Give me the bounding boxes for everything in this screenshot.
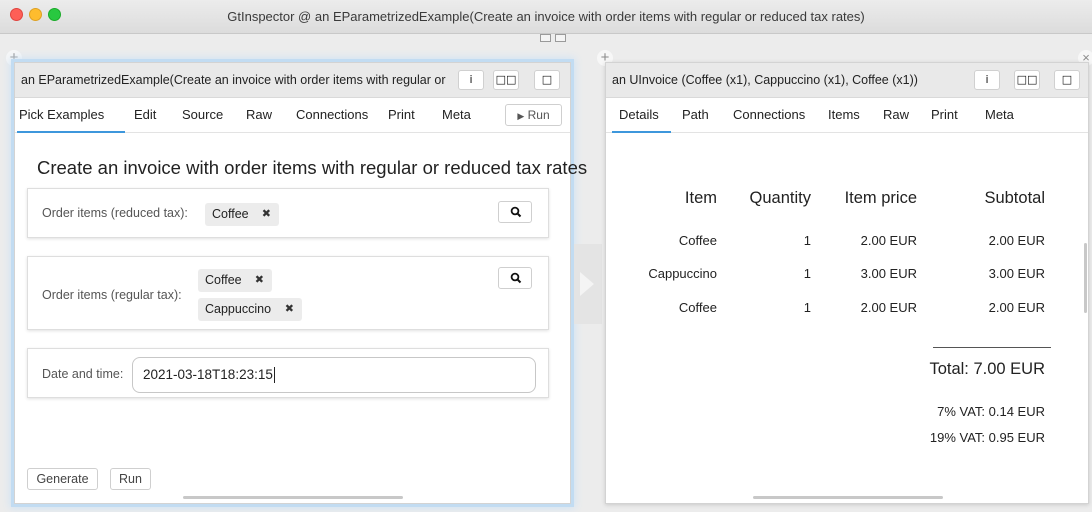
regular-tax-card: Order items (regular tax): Coffee ✖ Capp…: [27, 256, 549, 330]
order-item-chip[interactable]: Coffee ✖: [205, 203, 279, 226]
pane-divider[interactable]: [574, 244, 602, 324]
order-item-chip[interactable]: Coffee ✖: [198, 269, 272, 292]
tab-edit[interactable]: Edit: [134, 107, 156, 122]
search-icon: [510, 272, 522, 284]
tab-raw[interactable]: Raw: [883, 107, 909, 122]
reduced-tax-label: Order items (reduced tax):: [42, 206, 188, 220]
invoice-total: Total: 7.00 EUR: [929, 360, 1045, 378]
invoice-cell: 2.00 EUR: [988, 233, 1045, 248]
text-caret: [273, 367, 275, 384]
invoice-cell: Cappuccino: [648, 266, 717, 281]
tab-connections[interactable]: Connections: [296, 107, 368, 122]
vat-19-percent: 19% VAT: 0.95 EUR: [929, 430, 1045, 445]
maximize-icon[interactable]: □: [1054, 70, 1080, 90]
run-button-label: Run: [527, 108, 550, 122]
invoice-cell: 1: [803, 266, 811, 281]
invoice-cell: 1: [803, 300, 811, 315]
chevron-right-icon: [580, 272, 594, 296]
column-header-item-price: Item price: [844, 189, 917, 207]
invoice-cell: 2.00 EUR: [988, 300, 1045, 315]
run-button[interactable]: ▶ Run: [505, 104, 562, 126]
pane-header: an UInvoice (Coffee (x1), Cappuccino (x1…: [606, 63, 1088, 98]
tab-items[interactable]: Items: [828, 107, 860, 122]
horizontal-scrollbar[interactable]: [753, 496, 943, 499]
invoice-cell: 1: [803, 233, 811, 248]
total-divider: [933, 347, 1051, 348]
pane-header: an EParametrizedExample(Create an invoic…: [15, 63, 570, 98]
reduced-tax-card: Order items (reduced tax): Coffee ✖: [27, 188, 549, 238]
pane-title: an UInvoice (Coffee (x1), Cappuccino (x1…: [612, 73, 918, 87]
tab-source[interactable]: Source: [182, 107, 223, 122]
date-value: 2021-03-18T18:23:15: [143, 367, 273, 382]
date-time-input[interactable]: 2021-03-18T18:23:15: [132, 357, 536, 393]
active-tab-indicator: [17, 131, 125, 133]
vat-7-percent: 7% VAT: 0.14 EUR: [937, 404, 1045, 419]
tab-raw[interactable]: Raw: [246, 107, 272, 122]
chip-label: Coffee: [205, 273, 242, 287]
invoice-cell: Coffee: [678, 233, 717, 248]
invoice-cell: 2.00 EUR: [860, 300, 917, 315]
info-icon[interactable]: i: [458, 70, 484, 90]
invoice-cell: 2.00 EUR: [860, 233, 917, 248]
invoice-cell: 3.00 EUR: [860, 266, 917, 281]
window-titlebar: GtInspector @ an EParametrizedExample(Cr…: [0, 0, 1092, 34]
pager-page-icon[interactable]: [555, 34, 566, 42]
tab-connections[interactable]: Connections: [733, 107, 805, 122]
tab-bar: Details Path Connections Items Raw Print…: [606, 98, 1088, 133]
remove-chip-icon[interactable]: ✖: [285, 298, 294, 321]
window-title: GtInspector @ an EParametrizedExample(Cr…: [227, 9, 865, 24]
example-title: Create an invoice with order items with …: [37, 157, 588, 178]
active-tab-indicator: [612, 131, 671, 133]
search-items-button[interactable]: [498, 267, 532, 289]
pane-pager: [540, 34, 566, 42]
vertical-scrollbar[interactable]: [1084, 243, 1087, 313]
run-bottom-button[interactable]: Run: [110, 468, 151, 490]
info-icon[interactable]: i: [974, 70, 1000, 90]
column-header-quantity: Quantity: [749, 189, 811, 207]
generate-button[interactable]: Generate: [27, 468, 98, 490]
date-card: Date and time: 2021-03-18T18:23:15: [27, 348, 549, 398]
book-icon[interactable]: □□: [493, 70, 519, 90]
date-label: Date and time:: [42, 367, 124, 381]
tab-path[interactable]: Path: [682, 107, 709, 122]
column-header-item: Item: [684, 189, 717, 207]
invoice-pane: an UInvoice (Coffee (x1), Cappuccino (x1…: [605, 62, 1089, 504]
tab-bar: Pick Examples Edit Source Raw Connection…: [15, 98, 570, 133]
regular-tax-label: Order items (regular tax):: [42, 288, 182, 302]
pager-page-icon[interactable]: [540, 34, 551, 42]
maximize-icon[interactable]: □: [534, 70, 560, 90]
tab-print[interactable]: Print: [931, 107, 958, 122]
tab-meta[interactable]: Meta: [985, 107, 1014, 122]
pane-title: an EParametrizedExample(Create an invoic…: [21, 73, 446, 87]
search-items-button[interactable]: [498, 201, 532, 223]
chip-label: Coffee: [212, 207, 249, 221]
tab-details[interactable]: Details: [619, 107, 659, 122]
remove-chip-icon[interactable]: ✖: [255, 269, 264, 292]
tab-pick-examples[interactable]: Pick Examples: [19, 107, 104, 122]
invoice-cell: Coffee: [678, 300, 717, 315]
invoice-cell: 3.00 EUR: [988, 266, 1045, 281]
order-item-chip[interactable]: Cappuccino ✖: [198, 298, 302, 321]
remove-chip-icon[interactable]: ✖: [262, 203, 271, 226]
example-pane: an EParametrizedExample(Create an invoic…: [14, 62, 587, 504]
book-icon[interactable]: □□: [1014, 70, 1040, 90]
chip-label: Cappuccino: [205, 302, 272, 316]
tab-print[interactable]: Print: [388, 107, 415, 122]
play-icon: ▶: [517, 111, 525, 121]
tab-meta[interactable]: Meta: [442, 107, 471, 122]
search-icon: [510, 206, 522, 218]
column-header-subtotal: Subtotal: [984, 189, 1045, 207]
horizontal-scrollbar[interactable]: [183, 496, 403, 499]
